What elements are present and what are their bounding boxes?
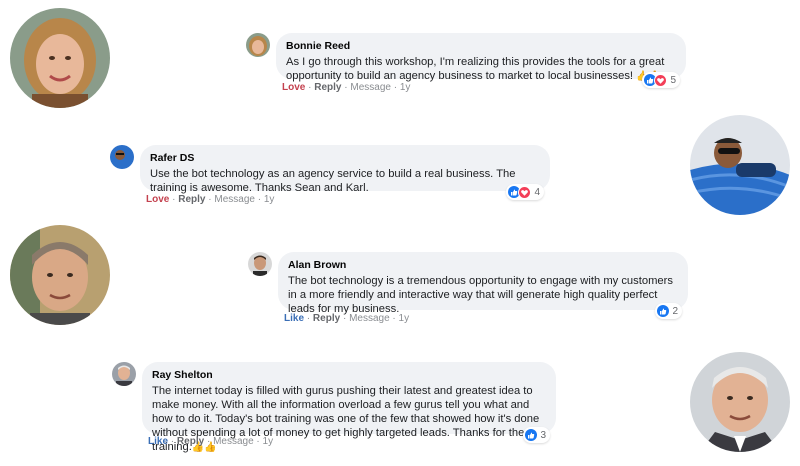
comment-bubble: Ray Shelton The internet today is filled… [142, 362, 556, 453]
reaction-summary[interactable]: 3 [523, 427, 550, 443]
separator: · [206, 436, 211, 447]
comment-author[interactable]: Alan Brown [288, 258, 678, 272]
comment-author[interactable]: Bonnie Reed [286, 39, 676, 53]
like-icon [525, 429, 538, 441]
love-action[interactable]: Love [282, 82, 305, 93]
separator: · [172, 194, 176, 205]
portrait-alan-brown [10, 225, 110, 325]
reply-action[interactable]: Reply [313, 313, 340, 324]
avatar[interactable] [248, 252, 272, 276]
separator: · [170, 436, 175, 447]
avatar[interactable] [110, 145, 134, 169]
timestamp[interactable]: 1y [263, 436, 274, 447]
separator: · [308, 82, 312, 93]
comment-text: Use the bot technology as an agency serv… [150, 168, 516, 194]
love-action[interactable]: Love [146, 194, 169, 205]
comment-text: As I go through this workshop, I'm reali… [286, 56, 665, 82]
love-icon [654, 73, 668, 87]
comment-actions: Like · Reply · Message · 1y [284, 313, 409, 324]
like-icon [657, 305, 670, 317]
timestamp[interactable]: 1y [400, 82, 411, 93]
timestamp[interactable]: 1y [264, 194, 275, 205]
comment-author[interactable]: Rafer DS [150, 151, 540, 165]
reaction-count: 4 [534, 186, 540, 198]
reaction-summary[interactable]: 5 [642, 72, 680, 88]
separator: · [392, 313, 396, 324]
comment-ray-shelton: Ray Shelton The internet today is filled… [112, 362, 562, 454]
separator: · [306, 313, 311, 324]
reaction-summary[interactable]: 4 [506, 184, 544, 200]
comment-actions: Love · Reply · Message · 1y [146, 194, 274, 205]
comment-alan-brown: Alan Brown The bot technology is a treme… [248, 252, 698, 328]
reply-action[interactable]: Reply [314, 82, 341, 93]
message-action[interactable]: Message [214, 194, 255, 205]
reaction-count: 3 [540, 429, 546, 441]
avatar[interactable] [246, 33, 270, 57]
message-action[interactable]: Message [349, 313, 390, 324]
comment-text: The bot technology is a tremendous oppor… [288, 275, 673, 315]
portrait-rafer-ds [690, 115, 790, 215]
separator: · [344, 82, 348, 93]
comment-rafer-ds: Rafer DS Use the bot technology as an ag… [110, 145, 560, 209]
separator: · [208, 194, 212, 205]
separator: · [256, 436, 260, 447]
comment-bonnie-reed: Bonnie Reed As I go through this worksho… [246, 33, 696, 97]
separator: · [393, 82, 398, 93]
reaction-count: 2 [672, 305, 678, 317]
message-action[interactable]: Message [213, 436, 254, 447]
comment-bubble: Rafer DS Use the bot technology as an ag… [140, 145, 550, 200]
love-icon [518, 185, 532, 199]
separator: · [342, 313, 347, 324]
like-action[interactable]: Like [284, 313, 304, 324]
like-action[interactable]: Like [148, 436, 168, 447]
reply-action[interactable]: Reply [178, 194, 205, 205]
separator: · [257, 194, 262, 205]
reaction-count: 5 [670, 74, 676, 86]
comment-bubble: Bonnie Reed As I go through this worksho… [276, 33, 686, 88]
portrait-ray-shelton [690, 352, 790, 452]
portrait-bonnie-reed [10, 8, 110, 108]
avatar[interactable] [112, 362, 136, 386]
comment-actions: Like · Reply · Message · 1y [148, 436, 273, 447]
reaction-summary[interactable]: 2 [655, 303, 682, 319]
message-action[interactable]: Message [350, 82, 391, 93]
comment-actions: Love · Reply · Message · 1y [282, 82, 410, 93]
comment-bubble: Alan Brown The bot technology is a treme… [278, 252, 688, 319]
comment-author[interactable]: Ray Shelton [152, 368, 546, 382]
reply-action[interactable]: Reply [177, 436, 204, 447]
timestamp[interactable]: 1y [399, 313, 410, 324]
